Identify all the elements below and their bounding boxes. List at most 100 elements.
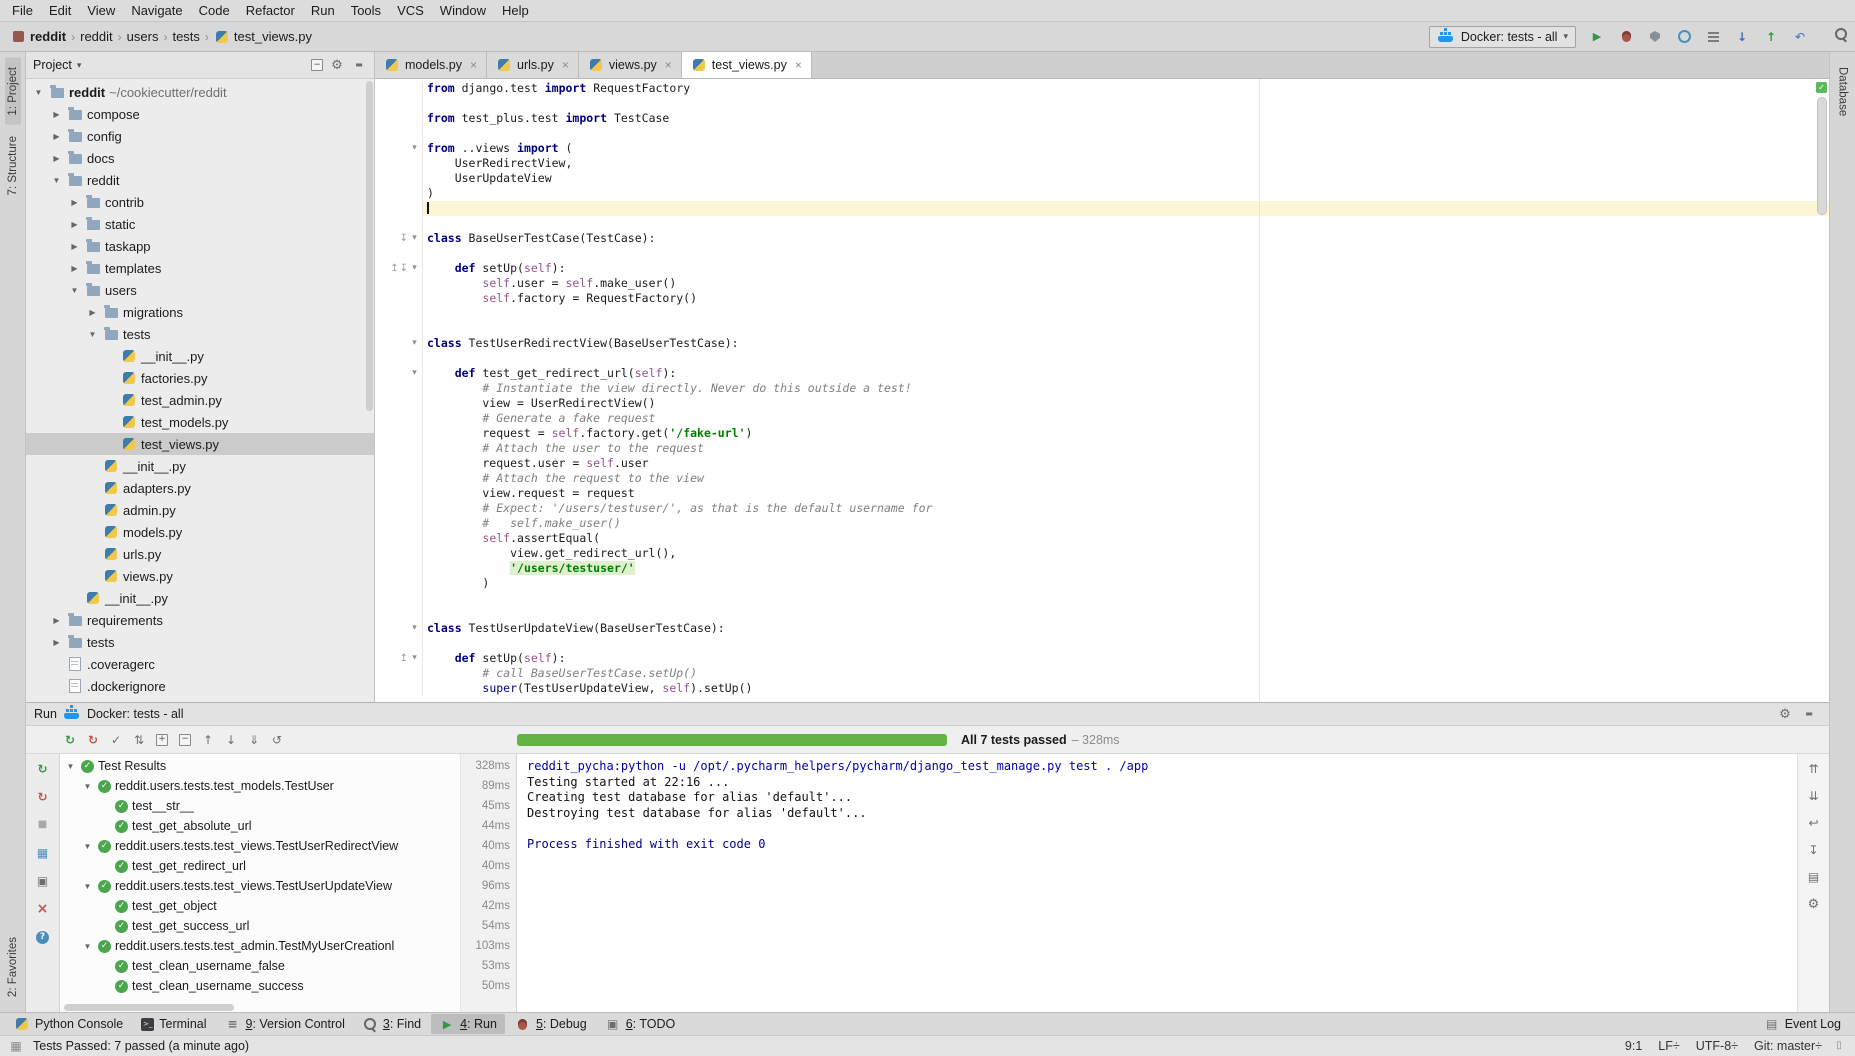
fold-icon[interactable]: ▾	[409, 231, 420, 246]
expand-arrow-icon[interactable]: ▼	[81, 842, 94, 851]
editor[interactable]: from django.test import RequestFactory fr…	[375, 79, 1829, 702]
editor-tab-models-py[interactable]: models.py×	[375, 52, 487, 78]
code-line[interactable]	[375, 246, 1829, 261]
expand-arrow-icon[interactable]: ▼	[81, 882, 94, 891]
project-tree-row[interactable]: test_views.py	[26, 433, 374, 455]
project-tree-row[interactable]: ▶config	[26, 125, 374, 147]
code-line[interactable]: # Expect: '/users/testuser/', as that is…	[375, 501, 1829, 516]
chevron-down-icon[interactable]: ▾	[77, 60, 82, 71]
tool-tab-3-find[interactable]: 3: Find	[355, 1015, 429, 1034]
tool-tab-event-log[interactable]: Event Log	[1756, 1014, 1849, 1034]
fold-icon[interactable]: ▾	[409, 261, 420, 276]
fold-icon[interactable]: ▾	[409, 366, 420, 381]
project-tree-row[interactable]: ▶migrations	[26, 301, 374, 323]
run-button[interactable]	[1586, 26, 1608, 48]
collapse-all-button[interactable]	[175, 730, 195, 750]
project-tree-row[interactable]: admin.py	[26, 499, 374, 521]
code-line[interactable]: from django.test import RequestFactory	[375, 81, 1829, 96]
menu-refactor[interactable]: Refactor	[238, 1, 303, 20]
editor-tab-urls-py[interactable]: urls.py×	[487, 52, 579, 78]
project-tree-row[interactable]: .coveragerc	[26, 653, 374, 675]
expand-all-button[interactable]	[152, 730, 172, 750]
menu-tools[interactable]: Tools	[343, 1, 389, 20]
expand-arrow-icon[interactable]: ▶	[68, 242, 81, 251]
tool-tab-python-console[interactable]: Python Console	[6, 1014, 131, 1034]
tool-tab-6-todo[interactable]: 6: TODO	[597, 1014, 684, 1034]
menu-view[interactable]: View	[79, 1, 123, 20]
project-tree-row[interactable]: ▼reddit ~/cookiecutter/reddit	[26, 81, 374, 103]
project-tree-row[interactable]: __init__.py	[26, 587, 374, 609]
code-line[interactable]	[375, 636, 1829, 651]
code-line[interactable]: UserUpdateView	[375, 171, 1829, 186]
code-line[interactable]: from test_plus.test import TestCase	[375, 111, 1829, 126]
project-tree-row[interactable]: .dockerignore	[26, 675, 374, 697]
tool-tab-terminal[interactable]: Terminal	[133, 1015, 214, 1033]
stripe-tab-1-project[interactable]: 1: Project	[5, 58, 21, 125]
expand-arrow-icon[interactable]: ▶	[50, 638, 63, 647]
expand-arrow-icon[interactable]: ▼	[50, 176, 63, 185]
project-tree-row[interactable]: test_models.py	[26, 411, 374, 433]
search-everywhere-button[interactable]	[1834, 27, 1849, 45]
code-line[interactable]: ▾from ..views import (	[375, 141, 1829, 156]
code-line[interactable]	[375, 216, 1829, 231]
rerun-button[interactable]	[33, 759, 53, 779]
test-tree-row[interactable]: test_get_object42ms	[60, 896, 516, 916]
code-line[interactable]: view.request = request	[375, 486, 1829, 501]
expand-arrow-icon[interactable]: ▼	[81, 942, 94, 951]
tab-close-icon[interactable]: ×	[665, 58, 672, 72]
tab-close-icon[interactable]: ×	[562, 58, 569, 72]
expand-arrow-icon[interactable]: ▼	[81, 782, 94, 791]
run-config-select[interactable]: Docker: tests - all ▾	[1429, 26, 1576, 48]
project-tree-row[interactable]: __init__.py	[26, 455, 374, 477]
gear-icon[interactable]	[329, 57, 345, 73]
test-tree-row[interactable]: test_get_absolute_url44ms	[60, 816, 516, 836]
fold-icon[interactable]: ▾	[409, 621, 420, 636]
expand-arrow-icon[interactable]: ▶	[50, 616, 63, 625]
fold-icon[interactable]: ▾	[409, 336, 420, 351]
project-tree-row[interactable]: factories.py	[26, 367, 374, 389]
menu-file[interactable]: File	[4, 1, 41, 20]
code-line[interactable]: ▾ def test_get_redirect_url(self):	[375, 366, 1829, 381]
project-scrollbar[interactable]	[364, 81, 373, 700]
code-line[interactable]	[375, 96, 1829, 111]
test-tree-row[interactable]: test_clean_username_success50ms	[60, 976, 516, 996]
code-line[interactable]: # self.make_user()	[375, 516, 1829, 531]
expand-arrow-icon[interactable]: ▼	[68, 286, 81, 295]
code-line[interactable]: # Attach the request to the view	[375, 471, 1829, 486]
status-9-1[interactable]: 9:1	[1625, 1039, 1642, 1053]
project-tree-row[interactable]: ▼reddit	[26, 169, 374, 191]
code-line[interactable]: self.factory = RequestFactory()	[375, 291, 1829, 306]
expand-arrow-icon[interactable]: ▶	[50, 132, 63, 141]
subclass-marker-icon[interactable]: ↧	[400, 261, 408, 276]
edit-list-button[interactable]	[1702, 26, 1724, 48]
breadcrumb-item[interactable]: reddit	[80, 29, 113, 44]
editor-scrollbar[interactable]	[1815, 79, 1829, 702]
debug-button[interactable]	[1615, 26, 1637, 48]
vcs-commit-button[interactable]	[1760, 26, 1782, 48]
override-marker-icon[interactable]: ↥	[400, 651, 408, 666]
code-line[interactable]: view = UserRedirectView()	[375, 396, 1829, 411]
breadcrumb-item[interactable]: test_views.py	[214, 29, 312, 45]
hide-panel-icon[interactable]	[1801, 706, 1817, 722]
code-line[interactable]: # Attach the user to the request	[375, 441, 1829, 456]
tool-window-switcher-icon[interactable]	[8, 1038, 24, 1054]
editor-tab-views-py[interactable]: views.py×	[579, 52, 682, 78]
close-button[interactable]	[33, 899, 53, 919]
expand-arrow-icon[interactable]: ▶	[68, 264, 81, 273]
project-tree-row[interactable]: urls.py	[26, 543, 374, 565]
test-tree-row[interactable]: test__str__45ms	[60, 796, 516, 816]
expand-arrow-icon[interactable]: ▶	[68, 198, 81, 207]
project-tree-row[interactable]: ▶taskapp	[26, 235, 374, 257]
print-button[interactable]	[1804, 867, 1824, 887]
expand-arrow-icon[interactable]: ▼	[64, 762, 77, 771]
project-tree-row[interactable]: models.py	[26, 521, 374, 543]
test-tree-row[interactable]: ▼reddit.users.tests.test_admin.TestMyUse…	[60, 936, 516, 956]
project-tree-row[interactable]: ▼users	[26, 279, 374, 301]
tool-tab-4-run[interactable]: 4: Run	[431, 1014, 505, 1034]
project-tree-row[interactable]: ▶templates	[26, 257, 374, 279]
expand-arrow-icon[interactable]: ▼	[32, 88, 45, 97]
test-tree-row[interactable]: ▼reddit.users.tests.test_views.TestUserR…	[60, 836, 516, 856]
tool-tab-5-debug[interactable]: 5: Debug	[507, 1014, 595, 1034]
expand-arrow-icon[interactable]: ▶	[50, 110, 63, 119]
coverage-button[interactable]	[1644, 26, 1666, 48]
